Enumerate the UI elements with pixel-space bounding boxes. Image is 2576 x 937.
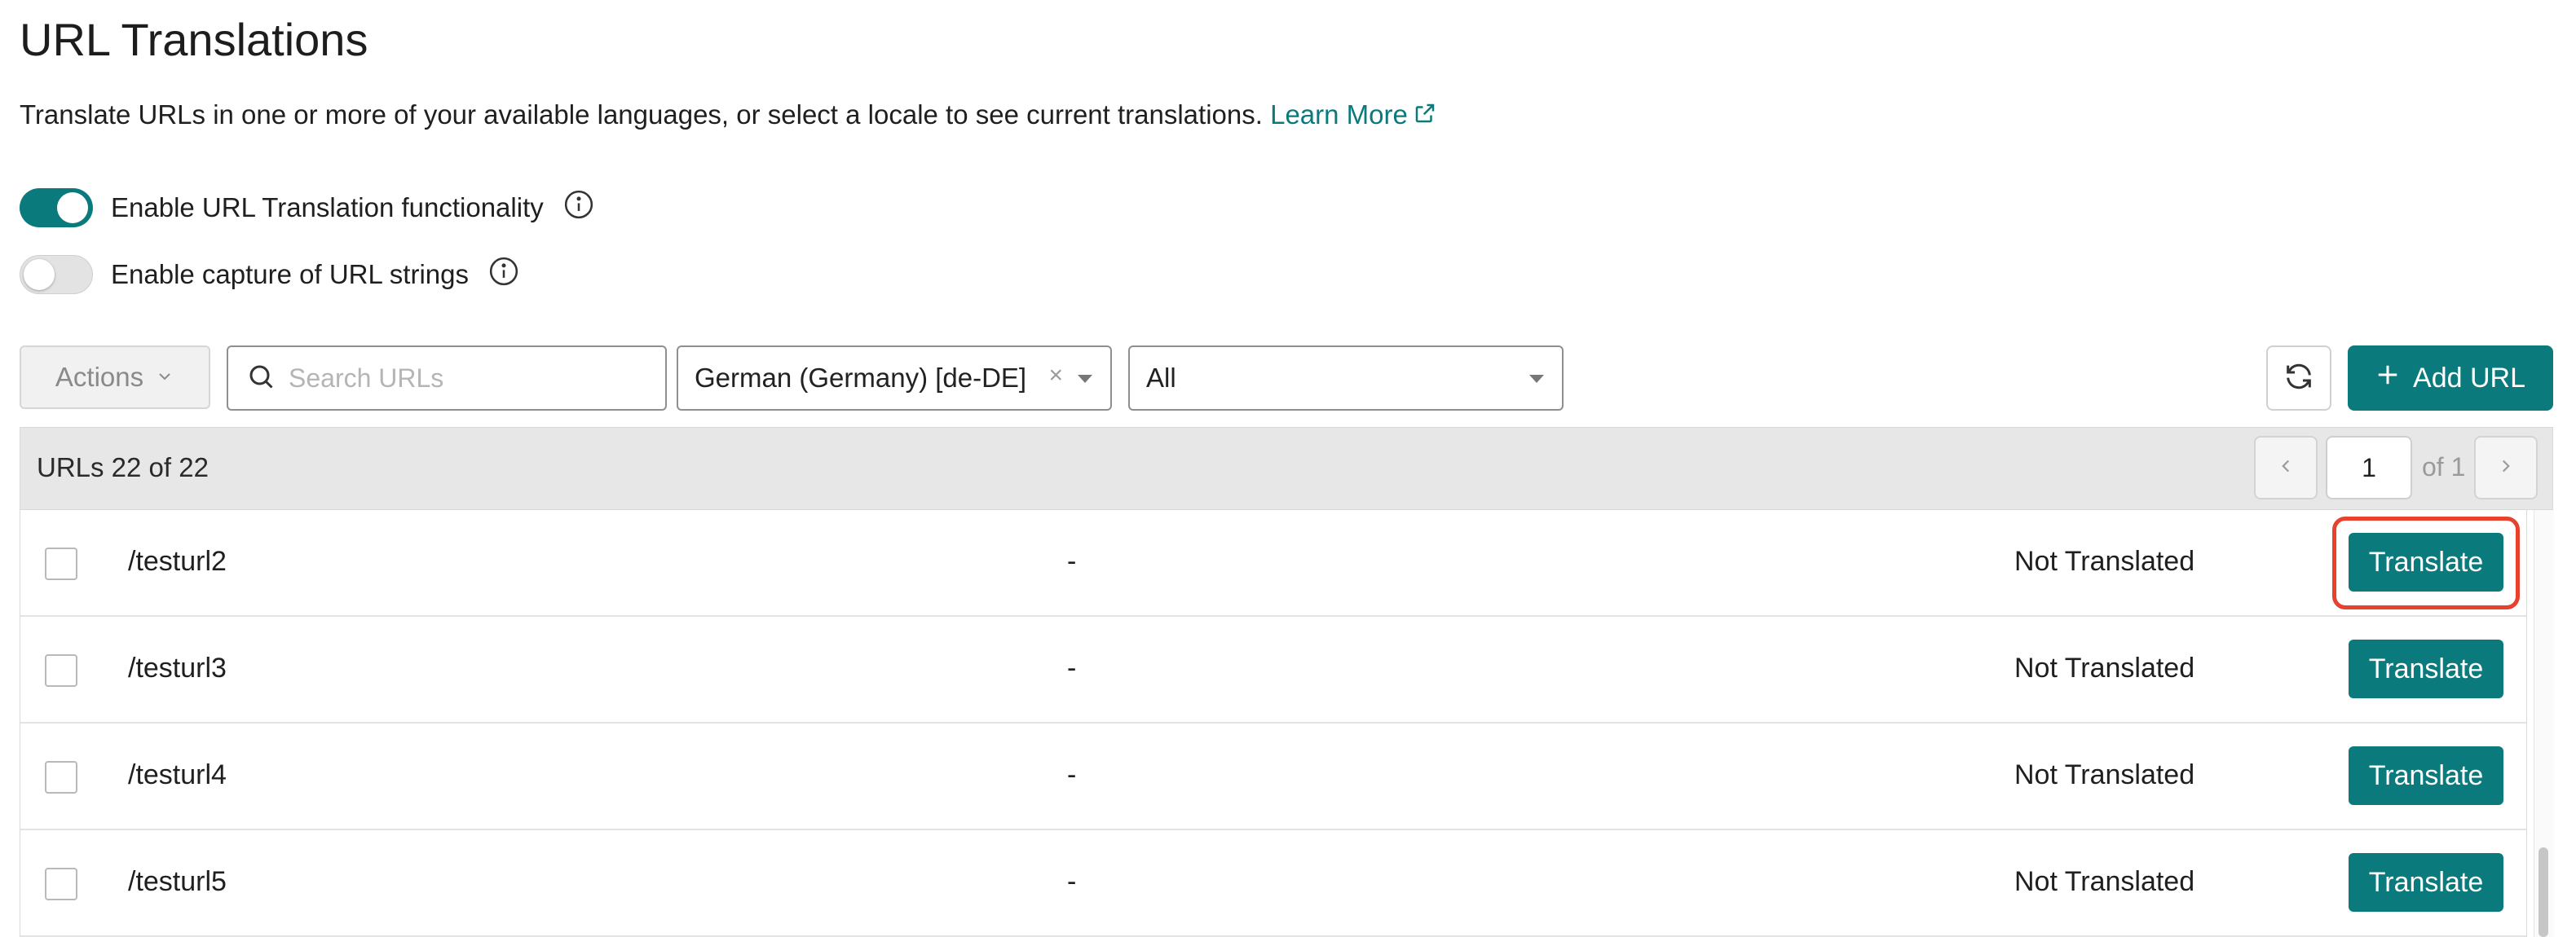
chevron-down-icon [155, 362, 174, 393]
plus-icon [2375, 363, 2400, 394]
search-box [227, 345, 667, 411]
capture-strings-toggle[interactable] [20, 255, 93, 294]
table-header: URLs 22 of 22 1 of 1 [20, 427, 2553, 510]
toggle-row-url-translation: Enable URL Translation functionality [20, 187, 594, 228]
row-url: /testurl5 [128, 866, 227, 897]
table-row: /testurl3 - Not Translated Translate [20, 617, 2526, 724]
toggle-label: Enable URL Translation functionality [111, 192, 544, 222]
row-checkbox[interactable] [45, 761, 77, 794]
search-icon [246, 362, 276, 395]
previous-page-button[interactable] [2254, 436, 2318, 499]
row-translation: - [1067, 759, 1077, 790]
actions-label: Actions [55, 362, 144, 392]
row-checkbox[interactable] [45, 868, 77, 900]
page-title: URL Translations [20, 14, 368, 65]
row-checkbox[interactable] [45, 654, 77, 687]
clear-icon[interactable]: × [1048, 362, 1063, 389]
url-table-body: /testurl2 - Not Translated Translate /te… [20, 510, 2527, 937]
translate-button[interactable]: Translate [2349, 746, 2503, 805]
toggle-row-capture-strings: Enable capture of URL strings [20, 254, 519, 295]
add-url-button[interactable]: Add URL [2348, 345, 2553, 411]
filter-value: All [1146, 363, 1176, 393]
translate-button[interactable]: Translate [2349, 533, 2503, 592]
row-url: /testurl2 [128, 546, 227, 577]
chevron-right-icon [2495, 455, 2516, 481]
caret-down-icon [1078, 375, 1092, 383]
table-row: /testurl5 - Not Translated Translate [20, 830, 2526, 937]
row-translation: - [1067, 866, 1077, 897]
add-url-label: Add URL [2413, 362, 2525, 394]
row-status: Not Translated [2014, 546, 2195, 577]
page-number-input[interactable]: 1 [2326, 436, 2412, 499]
toggle-label: Enable capture of URL strings [111, 259, 470, 289]
scrollbar-thumb[interactable] [2539, 847, 2548, 937]
row-status: Not Translated [2014, 759, 2195, 790]
refresh-icon [2283, 360, 2315, 397]
page-of-label: of 1 [2422, 452, 2466, 482]
table-row: /testurl2 - Not Translated Translate [20, 510, 2526, 617]
chevron-left-icon [2275, 455, 2296, 481]
actions-button[interactable]: Actions [20, 345, 210, 409]
row-url: /testurl3 [128, 653, 227, 684]
next-page-button[interactable] [2474, 436, 2538, 499]
locale-select[interactable]: German (Germany) [de-DE] × [677, 345, 1112, 411]
url-translation-toggle[interactable] [20, 188, 93, 227]
info-icon[interactable] [488, 256, 519, 293]
translate-button[interactable]: Translate [2349, 853, 2503, 912]
translate-button[interactable]: Translate [2349, 640, 2503, 698]
external-link-icon [1413, 101, 1437, 132]
row-status: Not Translated [2014, 653, 2195, 684]
row-status: Not Translated [2014, 866, 2195, 897]
description-text: Translate URLs in one or more of your av… [20, 99, 1263, 130]
caret-down-icon [1529, 375, 1544, 383]
url-count: URLs 22 of 22 [37, 452, 209, 482]
row-url: /testurl4 [128, 759, 227, 790]
learn-more-link[interactable]: Learn More [1270, 99, 1437, 130]
info-icon[interactable] [563, 189, 594, 227]
row-checkbox[interactable] [45, 548, 77, 580]
status-filter-select[interactable]: All [1128, 345, 1564, 411]
refresh-button[interactable] [2266, 345, 2331, 411]
row-translation: - [1067, 546, 1077, 577]
page-description: Translate URLs in one or more of your av… [20, 99, 1437, 132]
row-translation: - [1067, 653, 1077, 684]
search-input[interactable] [287, 362, 633, 394]
locale-value: German (Germany) [de-DE] [695, 363, 1027, 393]
table-row: /testurl4 - Not Translated Translate [20, 724, 2526, 830]
